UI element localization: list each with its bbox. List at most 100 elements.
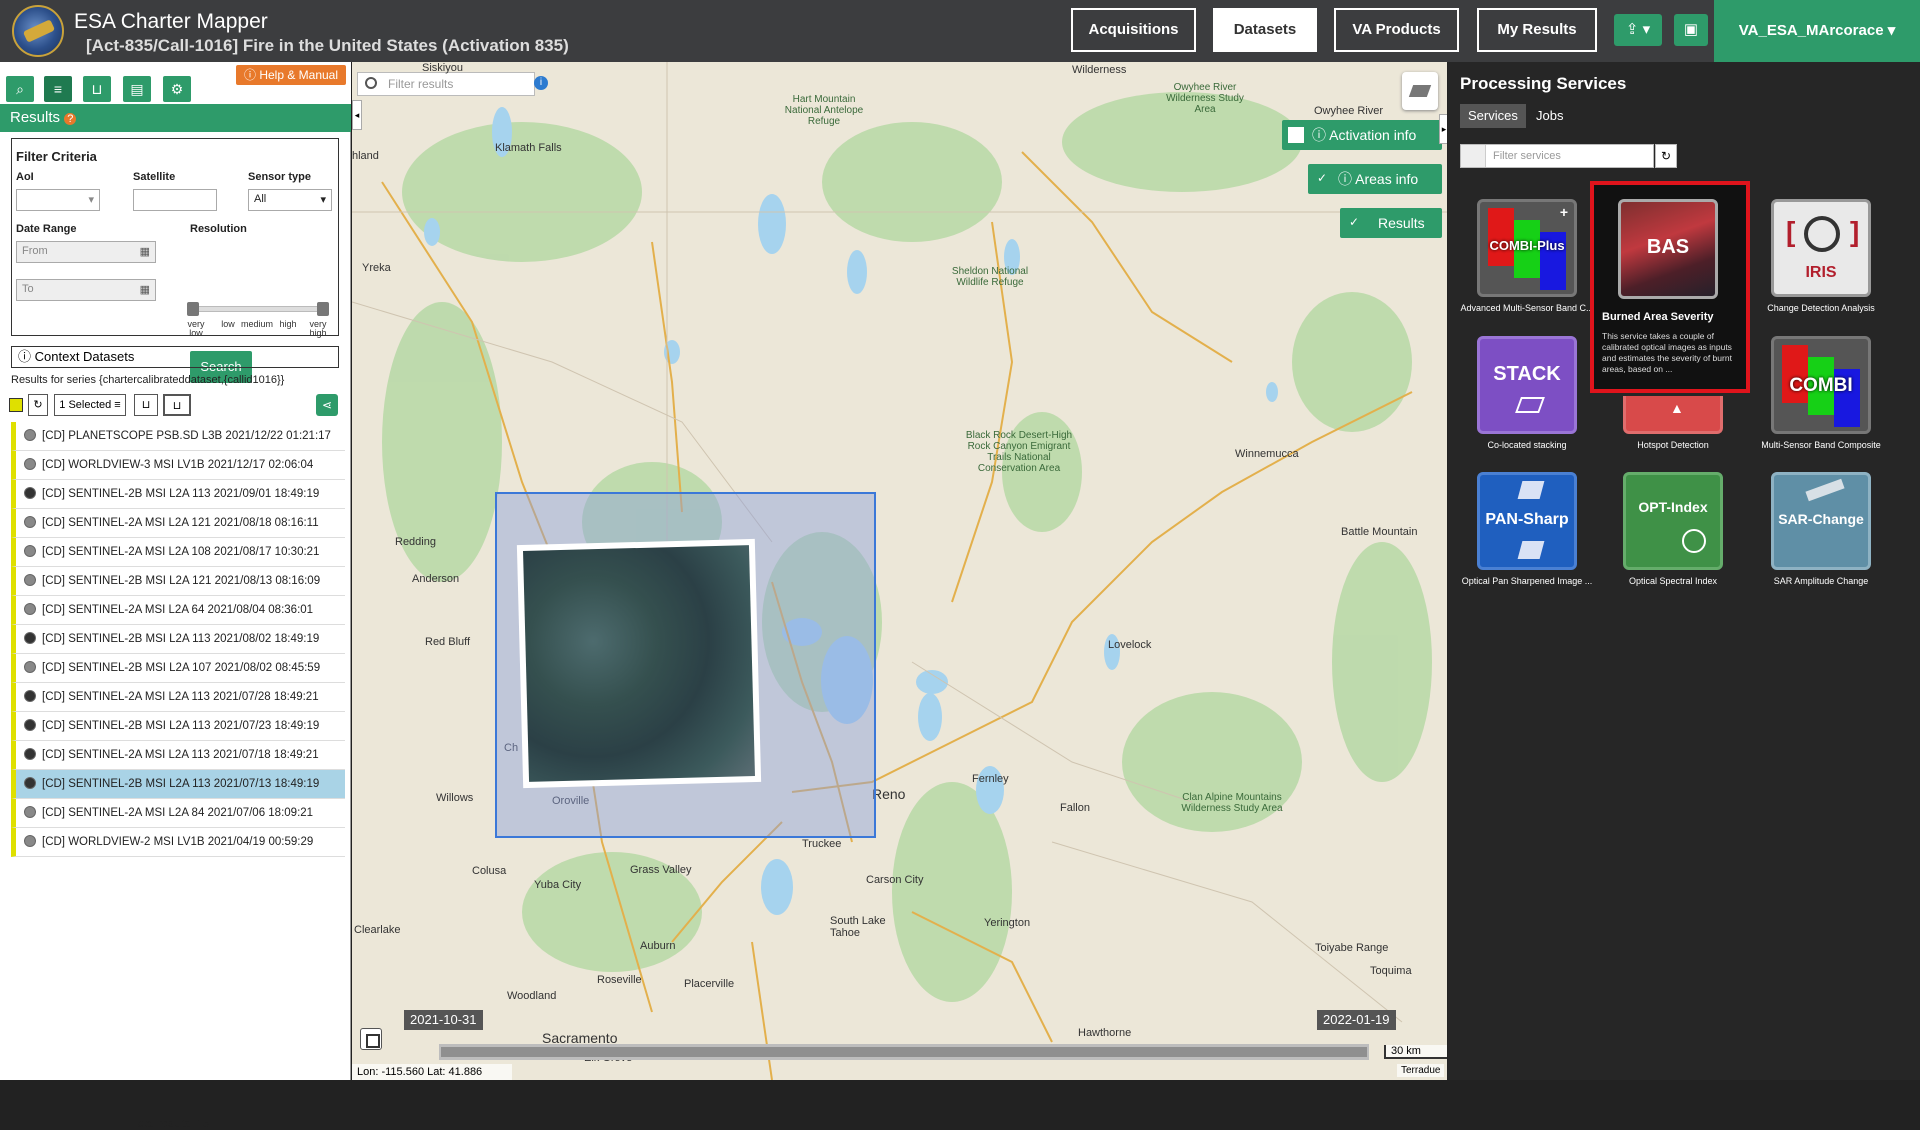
service-stack[interactable]: STACK Co-located stacking bbox=[1460, 336, 1594, 450]
archive-icon[interactable]: ▤ bbox=[123, 76, 151, 102]
iris-tile[interactable]: [ ] IRIS bbox=[1771, 199, 1871, 297]
list-item[interactable]: [CD] SENTINEL-2A MSI L2A 113 2021/07/28 … bbox=[11, 683, 345, 712]
toggle-areas-info[interactable]: ✓ ⓘ Areas info bbox=[1308, 164, 1442, 194]
bas-tile[interactable]: BAS bbox=[1618, 199, 1718, 299]
list-item[interactable]: [CD] WORLDVIEW-2 MSI LV1B 2021/04/19 00:… bbox=[11, 828, 345, 857]
list-item[interactable]: [CD] SENTINEL-2A MSI L2A 113 2021/07/18 … bbox=[11, 741, 345, 770]
combi-plus-tile[interactable]: COMBI-Plus + bbox=[1477, 199, 1577, 297]
toggle-results[interactable]: ✓ Results bbox=[1340, 208, 1442, 238]
list-item[interactable]: [CD] SENTINEL-2A MSI L2A 108 2021/08/17 … bbox=[11, 538, 345, 567]
pan-sharp-tile[interactable]: PAN-Sharp bbox=[1477, 472, 1577, 570]
briefcase-icon[interactable]: ▣ bbox=[1674, 14, 1708, 46]
list-item[interactable]: [CD] SENTINEL-2B MSI L2A 113 2021/07/13 … bbox=[11, 770, 345, 799]
slider-handle-min[interactable] bbox=[187, 302, 199, 316]
to-date-input[interactable]: To ▦ bbox=[16, 279, 156, 301]
bracket-left-icon: [ bbox=[1786, 216, 1796, 247]
place-label: Woodland bbox=[507, 990, 557, 1002]
layers-icon[interactable] bbox=[1402, 72, 1438, 110]
processing-services-panel: Processing Services Services Jobs Filter… bbox=[1448, 62, 1920, 1080]
calendar-icon[interactable]: ▦ bbox=[140, 283, 150, 296]
nav-datasets[interactable]: Datasets bbox=[1213, 8, 1317, 52]
basket-plus-icon[interactable]: ⊔ bbox=[163, 394, 191, 416]
collapse-right-icon[interactable]: ▸ bbox=[1439, 114, 1447, 144]
list-item[interactable]: [CD] PLANETSCOPE PSB.SD L3B 2021/12/22 0… bbox=[11, 422, 345, 451]
gear-icon[interactable]: ⚙ bbox=[163, 76, 191, 102]
sensor-select[interactable]: All ▾ bbox=[248, 189, 332, 211]
refresh-icon[interactable]: ↻ bbox=[28, 394, 48, 416]
sensor-value: All bbox=[254, 193, 267, 205]
help-manual-button[interactable]: ⓘ Help & Manual bbox=[236, 65, 346, 85]
slider-handle-max[interactable] bbox=[317, 302, 329, 316]
service-opt-index[interactable]: OPT-Index Optical Spectral Index bbox=[1606, 472, 1740, 586]
hotspot-tile[interactable]: ▲ bbox=[1623, 396, 1723, 434]
service-pan-sharp[interactable]: PAN-Sharp Optical Pan Sharpened Image ..… bbox=[1460, 472, 1594, 586]
info-icon[interactable]: i bbox=[534, 76, 548, 90]
areas-toggle-text: Areas info bbox=[1355, 171, 1419, 187]
list-item[interactable]: [CD] SENTINEL-2B MSI L2A 107 2021/08/02 … bbox=[11, 654, 345, 683]
opt-index-tile[interactable]: OPT-Index bbox=[1623, 472, 1723, 570]
list-item[interactable]: [CD] SENTINEL-2B MSI L2A 121 2021/08/13 … bbox=[11, 567, 345, 596]
filter-results-input[interactable]: Filter results bbox=[357, 72, 535, 96]
satellite-input[interactable] bbox=[133, 189, 217, 211]
nav-my-results[interactable]: My Results bbox=[1477, 8, 1597, 52]
list-item[interactable]: [CD] SENTINEL-2B MSI L2A 113 2021/07/23 … bbox=[11, 712, 345, 741]
sensor-label: Sensor type bbox=[248, 171, 311, 183]
service-combi-plus[interactable]: COMBI-Plus + Advanced Multi-Sensor Band … bbox=[1460, 199, 1594, 313]
map-view[interactable]: Filter results i ◂ ⓘ Activation info ✓ ⓘ … bbox=[352, 62, 1447, 1080]
checkbox-icon[interactable]: ✓ bbox=[1346, 215, 1362, 231]
search-icon[interactable]: ⌕ bbox=[6, 76, 34, 102]
list-item[interactable]: [CD] SENTINEL-2A MSI L2A 84 2021/07/06 1… bbox=[11, 799, 345, 828]
service-bas-highlight[interactable]: BAS Burned Area Severity This service ta… bbox=[1590, 181, 1750, 393]
select-all-checkbox[interactable] bbox=[9, 398, 23, 412]
place-label: Auburn bbox=[640, 940, 676, 952]
selected-dropdown[interactable]: 1 Selected ≡ bbox=[54, 394, 126, 416]
tab-services[interactable]: Services bbox=[1460, 104, 1526, 128]
quicklook-image[interactable] bbox=[516, 538, 762, 789]
resolution-slider[interactable] bbox=[187, 302, 329, 316]
sar-change-tile[interactable]: SAR-Change bbox=[1771, 472, 1871, 570]
nav-acquisitions[interactable]: Acquisitions bbox=[1071, 8, 1196, 52]
timeline-slider[interactable] bbox=[439, 1044, 1369, 1060]
service-sar-change[interactable]: SAR-Change SAR Amplitude Change bbox=[1754, 472, 1888, 586]
fullscreen-icon[interactable] bbox=[360, 1028, 382, 1050]
place-label: Clearlake bbox=[354, 924, 401, 936]
list-item[interactable]: [CD] WORLDVIEW-3 MSI LV1B 2021/12/17 02:… bbox=[11, 451, 345, 480]
list-icon[interactable]: ≡ bbox=[44, 76, 72, 102]
collapse-left-icon[interactable]: ◂ bbox=[352, 100, 362, 130]
aoi-select[interactable]: ▾ bbox=[16, 189, 100, 211]
upload-icon[interactable]: ⇪ ▾ bbox=[1614, 14, 1662, 46]
from-date-input[interactable]: From ▦ bbox=[16, 241, 156, 263]
info-icon[interactable]: ? bbox=[64, 113, 77, 125]
toggle-activation-info[interactable]: ⓘ Activation info bbox=[1282, 120, 1442, 150]
service-combi[interactable]: COMBI Multi-Sensor Band Composite bbox=[1754, 336, 1888, 450]
list-item[interactable]: [CD] SENTINEL-2B MSI L2A 113 2021/08/02 … bbox=[11, 625, 345, 654]
list-item[interactable]: [CD] SENTINEL-2B MSI L2A 113 2021/09/01 … bbox=[11, 480, 345, 509]
place-label: Lovelock bbox=[1108, 639, 1152, 651]
list-toolbar: ↻ 1 Selected ≡ ⊔ ⊔ ⋖ bbox=[0, 394, 351, 418]
resolution-label: Resolution bbox=[190, 223, 247, 235]
list-item[interactable]: [CD] SENTINEL-2A MSI L2A 121 2021/08/18 … bbox=[11, 509, 345, 538]
add-basket-icon[interactable]: ⊔ bbox=[134, 394, 158, 416]
tab-jobs[interactable]: Jobs bbox=[1528, 104, 1571, 128]
grid-icon bbox=[1517, 541, 1545, 559]
nav-va-products[interactable]: VA Products bbox=[1334, 8, 1459, 52]
checkbox-icon[interactable]: ✓ bbox=[1314, 171, 1330, 187]
basket-icon[interactable]: ⊔ bbox=[83, 76, 111, 102]
calendar-icon[interactable]: ▦ bbox=[140, 245, 150, 258]
filter-services-input[interactable]: Filter services bbox=[1460, 144, 1654, 168]
place-label: Winnemucca bbox=[1235, 448, 1299, 460]
refresh-icon[interactable]: ↻ bbox=[1655, 144, 1677, 168]
target-icon bbox=[1804, 216, 1840, 252]
combi-tile[interactable]: COMBI bbox=[1771, 336, 1871, 434]
total-results: Total results: 15 bbox=[132, 1118, 210, 1130]
user-menu[interactable]: VA_ESA_MArcorace ▾ bbox=[1714, 0, 1920, 62]
stack-tile[interactable]: STACK bbox=[1477, 336, 1577, 434]
app-title: ESA Charter Mapper bbox=[74, 10, 268, 33]
checkbox-icon[interactable] bbox=[1288, 127, 1304, 143]
service-hotspot[interactable]: ▲ Hotspot Detection bbox=[1606, 396, 1740, 450]
share-icon[interactable]: ⋖ bbox=[316, 394, 338, 416]
timeline-range[interactable] bbox=[441, 1047, 1367, 1057]
service-iris[interactable]: [ ] IRIS Change Detection Analysis bbox=[1754, 199, 1888, 313]
list-item[interactable]: [CD] SENTINEL-2A MSI L2A 64 2021/08/04 0… bbox=[11, 596, 345, 625]
context-datasets[interactable]: ⓘ Context Datasets bbox=[11, 346, 339, 368]
